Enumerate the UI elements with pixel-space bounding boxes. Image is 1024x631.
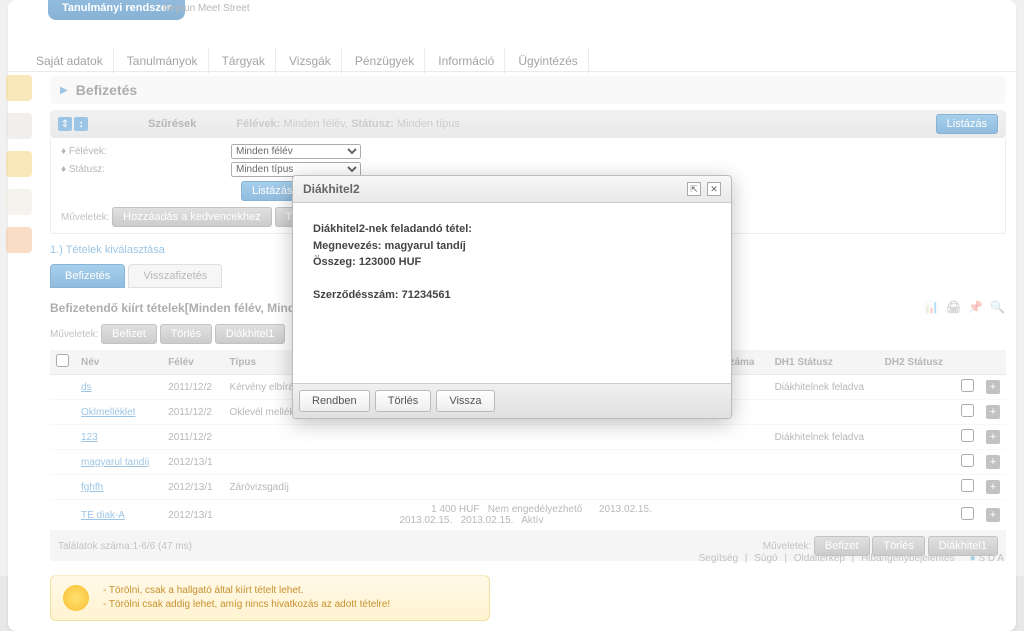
dialog-close-icon[interactable]: ✕ — [707, 182, 721, 196]
dialog-back-button[interactable]: Vissza — [436, 390, 494, 412]
dialog-delete-button[interactable]: Törlés — [375, 390, 432, 412]
dialog-ok-button[interactable]: Rendben — [299, 390, 370, 412]
dialog-diakhitel2: Diákhitel2 ⇱ ✕ Diákhitel2-nek feladandó … — [292, 175, 732, 419]
modal-overlay: Diákhitel2 ⇱ ✕ Diákhitel2-nek feladandó … — [0, 0, 1024, 576]
dialog-title: Diákhitel2 — [303, 182, 360, 196]
dialog-body: Diákhitel2-nek feladandó tétel: Megnevez… — [293, 203, 731, 383]
dialog-popout-icon[interactable]: ⇱ — [687, 182, 701, 196]
smiley-icon — [63, 585, 89, 611]
hint-box: - Törölni, csak a hallgató által kiírt t… — [50, 575, 490, 621]
